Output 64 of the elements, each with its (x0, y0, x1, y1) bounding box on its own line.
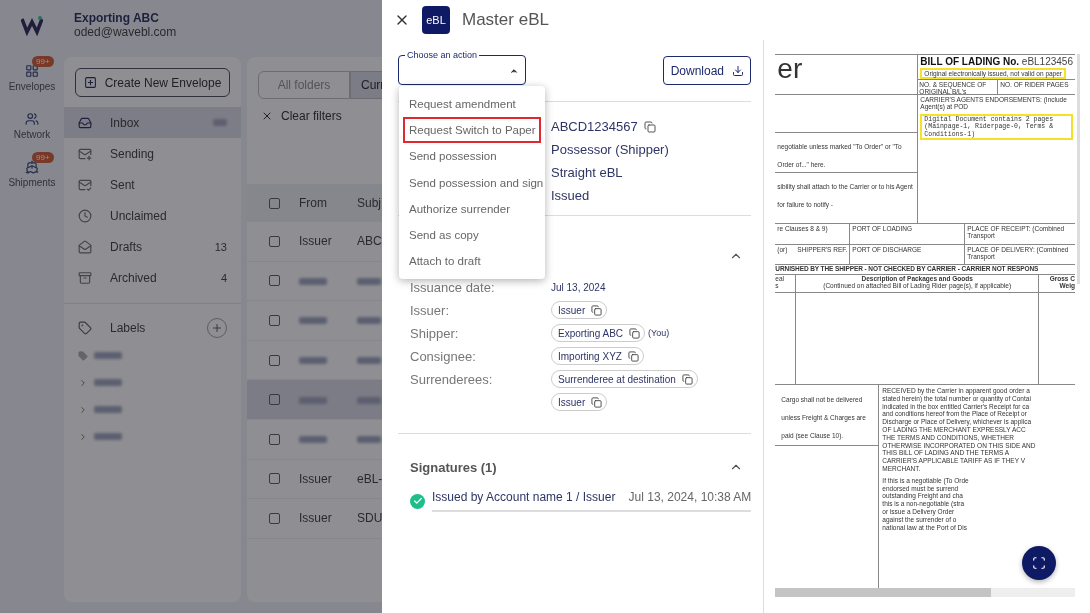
fullscreen-button[interactable] (1022, 546, 1056, 580)
logo-icon (21, 14, 43, 36)
chevron-icon[interactable] (78, 431, 88, 442)
scrollbar-thumb[interactable] (775, 588, 992, 597)
rail-item[interactable]: Network (2, 104, 62, 144)
folder-item[interactable]: Archived 4 (64, 262, 241, 293)
close-icon (261, 110, 273, 122)
chevron-icon[interactable] (78, 377, 88, 388)
detail-value: ABCD1234567 (551, 115, 656, 138)
menu-item[interactable]: Request Switch to Paper (403, 117, 541, 144)
field-value: Jul 13, 2024 (551, 281, 606, 295)
field-label: Surrenderees: (410, 371, 494, 389)
clear-filters-button[interactable]: Clear filters (261, 109, 342, 123)
folder-item[interactable]: Sending (64, 138, 241, 169)
archive-icon (78, 270, 92, 285)
download-icon (732, 64, 745, 77)
field-label: Consignee: (410, 348, 477, 366)
mail-check-icon (78, 177, 92, 192)
ebl-badge: eBL (422, 6, 450, 34)
you-note: (You) (648, 328, 670, 338)
tag-icon (78, 321, 92, 335)
copy-icon[interactable] (643, 120, 656, 133)
detail-value: Issued (551, 187, 590, 205)
fullscreen-icon (1032, 556, 1046, 570)
caret-icon (509, 66, 519, 76)
account-email: oded@wavebl.com (74, 25, 177, 39)
plus-icon (211, 322, 223, 334)
copy-icon[interactable] (627, 350, 639, 362)
count-badge: 99+ (32, 152, 54, 163)
rail-item[interactable]: Envelopes 99+ (2, 56, 62, 96)
folder-item[interactable]: Inbox (64, 107, 241, 138)
copy-icon[interactable] (591, 304, 603, 316)
logo-text: er (777, 55, 803, 79)
detail-value: Possessor (Shipper) (551, 141, 669, 159)
ship-icon (25, 160, 39, 174)
signature-text: Issued by Account name 1 / Issuer (432, 490, 616, 504)
field-label: Shipper: (410, 325, 460, 343)
action-select[interactable]: Choose an action (398, 50, 526, 85)
field-label: Issuance date: (410, 279, 496, 297)
field-label: Issuer: (410, 302, 450, 320)
download-button[interactable]: Download (663, 56, 752, 85)
open-mail-icon (78, 239, 92, 254)
detail-value: Straight eBL (551, 164, 623, 182)
labels-heading: Labels (110, 321, 147, 335)
bl-title: BILL OF LADING No. eBL123456 (920, 56, 1073, 67)
clock-icon (78, 208, 92, 223)
people-icon (25, 112, 39, 126)
copy-icon[interactable] (591, 396, 603, 408)
account-name: Exporting ABC (74, 11, 159, 25)
copy-icon[interactable] (629, 327, 641, 339)
mail-plus-icon (78, 146, 92, 161)
folder-item[interactable]: Drafts 13 (64, 231, 241, 262)
copy-icon[interactable] (681, 373, 693, 385)
create-envelope-button[interactable]: Create New Envelope (75, 68, 230, 97)
plus-square-icon (83, 76, 97, 89)
signatures-heading: Signatures (1) (410, 459, 497, 475)
inbox-icon (78, 115, 92, 130)
folder-item[interactable]: Unclaimed (64, 200, 241, 231)
rail-item[interactable]: Shipments 99+ (2, 152, 62, 192)
signature-time: Jul 13, 2024, 10:38 AM (628, 490, 752, 504)
count-badge: 99+ (32, 56, 54, 67)
drawer-title: Master eBL (462, 10, 549, 30)
chevron-icon[interactable] (78, 404, 88, 415)
folder-item[interactable]: Sent (64, 169, 241, 200)
